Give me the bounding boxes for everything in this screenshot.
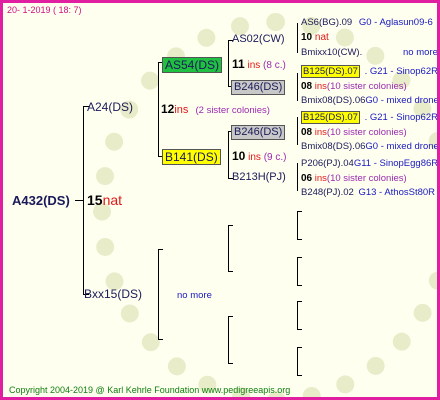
root-stats: 15nat xyxy=(87,193,122,207)
dam-status: no more xyxy=(177,290,212,301)
g3-stats: 08 ins(10 sister colonies) xyxy=(301,82,407,92)
sire-colony[interactable]: A24(DS) xyxy=(87,101,133,113)
empty-connector xyxy=(297,285,302,286)
empty-connector xyxy=(297,375,302,376)
connector xyxy=(297,73,298,101)
sd-stats: 10 ins (9 c.) xyxy=(232,150,287,163)
sds-colony[interactable]: B246(DS) xyxy=(231,125,286,140)
g7-count: 06 xyxy=(301,173,313,184)
g5-row: B125(DS).07 . G21 - Sinop62R xyxy=(301,111,438,124)
empty-connector xyxy=(297,257,302,258)
g8-colony[interactable]: B248(PJ).02 xyxy=(301,187,354,198)
empty-connector xyxy=(297,211,302,212)
g7-row: P206(PJ).04G11 - SinopEgg86R xyxy=(301,158,439,169)
g1-colony[interactable]: AS6(BG).09 xyxy=(301,17,352,28)
g3-mating: ins xyxy=(314,81,327,92)
empty-connector xyxy=(228,225,233,226)
g5-count: 08 xyxy=(301,127,313,138)
sire-mating: ins xyxy=(174,104,189,116)
empty-connector xyxy=(297,301,298,329)
empty-connector xyxy=(228,316,229,363)
g6-row: Bmix08(DS).06G0 - mixed drone xyxy=(301,141,439,152)
sss-count: 10 xyxy=(301,32,313,43)
g8-info: G13 - AthosSt80R xyxy=(358,187,436,198)
connector xyxy=(83,106,84,294)
connector xyxy=(228,40,229,86)
ss-sisters: (8 c.) xyxy=(263,60,286,71)
g7-mating: ins xyxy=(314,173,327,184)
empty-connector xyxy=(228,271,233,272)
empty-connector xyxy=(297,329,302,330)
g1-row: AS6(BG).09 G0 - Aglasun09-6 xyxy=(301,18,433,28)
g7-stats: 06 ins(10 sister colonies) xyxy=(301,174,407,184)
empty-connector xyxy=(158,249,163,250)
g4-row: Bmix08(DS).06G0 - mixed drone xyxy=(301,95,439,106)
g6-info: G0 - mixed drone xyxy=(365,141,439,152)
ss-stats: 11 ins (8 c.) xyxy=(232,58,286,71)
g3-count: 08 xyxy=(301,81,313,92)
root-colony[interactable]: A432(DS) xyxy=(12,194,70,207)
sire-stats: 12ins (2 sister colonies) xyxy=(161,103,270,116)
sire-sisters: (2 sister colonies) xyxy=(195,105,270,116)
g2-info: no more xyxy=(403,47,438,58)
empty-connector xyxy=(297,347,302,348)
sdd-colony[interactable]: B213H(PJ) xyxy=(232,172,286,183)
sd-colony[interactable]: B141(DS) xyxy=(162,149,221,165)
g5-sisters: (10 sister colonies) xyxy=(326,127,407,138)
report-date: 20- 1-2019 ( 18: 7) xyxy=(7,5,82,15)
empty-connector xyxy=(297,211,298,239)
sd-count: 10 xyxy=(232,149,246,163)
g5-colony[interactable]: B125(DS).07 xyxy=(301,111,360,124)
empty-connector xyxy=(297,301,302,302)
connector xyxy=(228,131,229,178)
g7-colony[interactable]: P206(PJ).04 xyxy=(301,158,354,169)
g4-colony[interactable]: Bmix08(DS).06 xyxy=(301,95,365,106)
g2-colony[interactable]: Bmixx10(CW). xyxy=(301,48,362,58)
ssd-colony[interactable]: B246(DS) xyxy=(231,80,286,95)
g5-stats: 08 ins(10 sister colonies) xyxy=(301,128,407,138)
sd-sisters: (9 c.) xyxy=(263,152,287,163)
empty-connector xyxy=(297,347,298,375)
pedigree-frame: 20- 1-2019 ( 18: 7) A432(DS) 15nat A24(D… xyxy=(0,0,440,400)
copyright-footer: Copyright 2004-2019 @ Karl Kehrle Founda… xyxy=(9,385,291,395)
g4-info: G0 - mixed drone xyxy=(365,95,439,106)
connector xyxy=(297,117,298,145)
g1-info: G0 - Aglasun09-6 xyxy=(358,17,433,28)
sss-colony[interactable]: AS02(CW) xyxy=(232,34,285,45)
sss-mating: nat xyxy=(314,32,329,43)
root-count: 15 xyxy=(87,192,103,208)
g5-info: . G21 - Sinop62R xyxy=(364,112,438,123)
sire-count: 12 xyxy=(161,102,175,116)
empty-connector xyxy=(158,249,159,339)
g3-sisters: (10 sister colonies) xyxy=(326,81,407,92)
empty-connector xyxy=(228,225,229,271)
sd-mating: ins xyxy=(248,152,261,163)
ss-mating: ins xyxy=(247,60,261,71)
ss-colony[interactable]: AS54(DS) xyxy=(162,57,223,73)
g3-row: B125(DS).07 . G21 - Sinop62R xyxy=(301,65,438,78)
dam-colony[interactable]: Bxx15(DS) xyxy=(84,288,142,300)
empty-connector xyxy=(297,239,302,240)
g6-colony[interactable]: Bmix08(DS).06 xyxy=(301,141,365,152)
empty-connector xyxy=(228,316,233,317)
sss-stats: 10 nat xyxy=(301,33,329,43)
empty-connector xyxy=(228,363,233,364)
root-mating: nat xyxy=(102,192,123,208)
g7-info: G11 - SinopEgg86R xyxy=(353,158,439,169)
connector xyxy=(75,200,83,201)
connector xyxy=(297,163,298,191)
connector xyxy=(158,62,159,156)
g5-mating: ins xyxy=(314,127,327,138)
g3-info: . G21 - Sinop62R xyxy=(364,66,438,77)
g3-colony[interactable]: B125(DS).07 xyxy=(301,65,360,78)
empty-connector xyxy=(297,257,298,285)
ss-count: 11 xyxy=(232,57,245,71)
connector xyxy=(297,23,298,53)
empty-connector xyxy=(158,339,163,340)
g7-sisters: (10 sister colonies) xyxy=(326,173,407,184)
g8-row: B248(PJ).02 G13 - AthosSt80R xyxy=(301,188,435,198)
